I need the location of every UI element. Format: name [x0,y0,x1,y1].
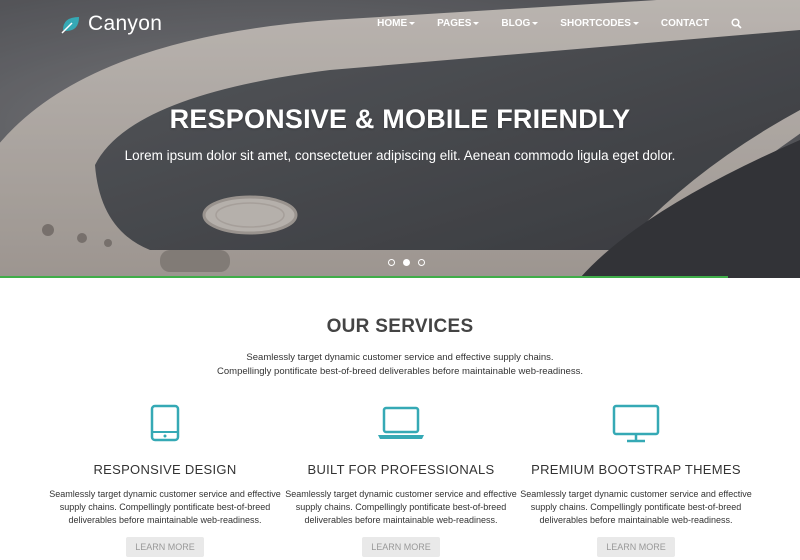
learn-more-button[interactable]: LEARN MORE [597,537,675,557]
main-menu: HOME PAGES BLOG SHORTCODES CONTACT [355,18,742,29]
service-card: RESPONSIVE DESIGN Seamlessly target dyna… [45,404,285,557]
slide-progress-bar [0,276,728,278]
tablet-icon [150,404,180,442]
slider-dot-active[interactable] [403,259,410,266]
laptop-icon [378,406,424,439]
service-text: Seamlessly target dynamic customer servi… [520,489,752,525]
nav-label: CONTACT [660,18,709,29]
search-icon[interactable] [731,18,742,29]
nav-item-shortcodes[interactable]: SHORTCODES [560,18,639,29]
service-title: BUILT FOR PROFESSIONALS [307,462,495,477]
slider-pagination [384,259,429,266]
nav-item-blog[interactable]: BLOG [501,18,539,29]
monitor-icon [612,404,660,443]
nav-label: SHORTCODES [560,18,631,29]
caret-down-icon [632,22,639,25]
services-intro: Seamlessly target dynamic customer servi… [0,351,800,378]
caret-down-icon [409,22,416,25]
nav-item-contact[interactable]: CONTACT [661,18,709,29]
nav-label: PAGES [437,18,472,29]
nav-label: BLOG [501,18,531,29]
caret-down-icon [473,22,480,25]
service-card: BUILT FOR PROFESSIONALS Seamlessly targe… [281,404,521,557]
brand-logo[interactable]: Canyon [60,12,162,36]
intro-line: Seamlessly target dynamic customer servi… [246,352,554,363]
learn-more-button[interactable]: LEARN MORE [126,537,204,557]
top-navbar: Canyon HOME PAGES BLOG SHORTCODES CONTAC… [0,0,800,50]
hero-title: RESPONSIVE & MOBILE FRIENDLY [169,104,631,134]
nav-label: HOME [377,18,408,29]
brand-name: Canyon [88,12,163,35]
leaf-icon [61,17,79,34]
hero-subtitle: Lorem ipsum dolor sit amet, consectetuer… [124,148,676,163]
service-text: Seamlessly target dynamic customer servi… [49,489,281,525]
hero-slider: Canyon HOME PAGES BLOG SHORTCODES CONTAC… [0,0,800,278]
service-title: RESPONSIVE DESIGN [93,462,237,477]
service-text: Seamlessly target dynamic customer servi… [285,489,517,525]
learn-more-button[interactable]: LEARN MORE [362,537,440,557]
slider-dot[interactable] [388,259,395,266]
nav-item-home[interactable]: HOME [377,18,416,29]
intro-line: Compellingly pontificate best-of-breed d… [217,365,583,377]
service-card: PREMIUM BOOTSTRAP THEMES Seamlessly targ… [516,404,756,557]
service-title: PREMIUM BOOTSTRAP THEMES [531,462,741,477]
caret-down-icon [532,22,539,25]
slider-dot[interactable] [418,259,425,266]
nav-item-pages[interactable]: PAGES [437,18,480,29]
services-heading: OUR SERVICES [326,316,474,337]
